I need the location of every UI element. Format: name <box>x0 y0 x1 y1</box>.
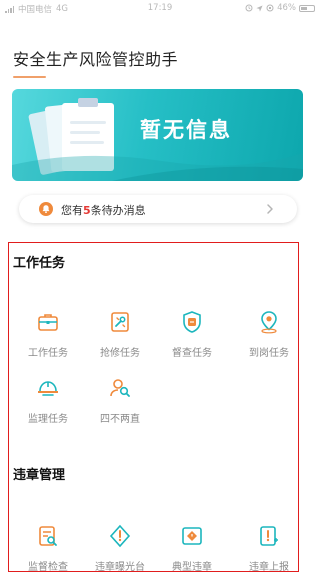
grid-item-supervision-check[interactable]: 监督检查 <box>14 524 82 584</box>
grid-item-violation-exposure[interactable]: 违章曝光台 <box>86 524 154 584</box>
chevron-right-icon <box>267 204 273 214</box>
grid-label: 违章曝光台 <box>95 562 145 573</box>
location-pin-icon <box>261 311 277 334</box>
banner-text: 暂无信息 <box>140 118 232 142</box>
grid-item-four-no-two-direct[interactable]: 四不两直 <box>86 376 154 436</box>
title-underline <box>13 76 46 78</box>
todo-count: 5 <box>83 204 91 217</box>
grid-label: 违章上报 <box>249 562 289 573</box>
status-right: 46% <box>245 3 315 13</box>
battery-icon <box>299 4 315 12</box>
todo-message: 您有5条待办消息 <box>61 202 146 218</box>
grid-item-onsite-task[interactable]: 到岗任务 <box>235 310 303 370</box>
grid-item-supervision-task[interactable]: 监理任务 <box>14 376 82 436</box>
grid-label: 四不两直 <box>100 414 140 425</box>
grid-label: 监督检查 <box>28 562 68 573</box>
todo-notice-bar[interactable]: 您有5条待办消息 <box>19 195 297 223</box>
status-bar: 中国电信 4G 17:19 46% <box>0 0 320 16</box>
orientation-lock-icon <box>266 4 274 12</box>
safety-helmet-icon <box>38 381 58 396</box>
grid-label: 到岗任务 <box>249 348 289 359</box>
page-title: 安全生产风险管控助手 <box>13 50 179 69</box>
grid-item-work-task[interactable]: 工作任务 <box>14 310 82 370</box>
document-search-icon <box>39 526 57 546</box>
inspection-badge-icon <box>183 311 201 333</box>
todo-suffix: 条待办消息 <box>90 204 146 217</box>
warning-shield-icon <box>109 524 131 548</box>
todo-prefix: 您有 <box>61 204 83 217</box>
report-alert-icon <box>260 526 278 546</box>
grid-label: 督查任务 <box>172 348 212 359</box>
location-arrow-icon <box>256 4 263 12</box>
grid-item-typical-violation[interactable]: 典型违章 <box>158 524 226 584</box>
grid-label: 监理任务 <box>28 414 68 425</box>
info-banner[interactable]: 暂无信息 <box>12 89 303 181</box>
alarm-icon <box>245 4 253 12</box>
notification-bell-icon <box>39 202 53 216</box>
grid-item-violation-report[interactable]: 违章上报 <box>235 524 303 584</box>
grid-item-inspection-task[interactable]: 督查任务 <box>158 310 226 370</box>
briefcase-icon <box>38 314 58 331</box>
section-title-work: 工作任务 <box>13 256 66 271</box>
repair-tools-icon <box>111 312 129 332</box>
battery-percent: 46% <box>277 3 296 13</box>
typical-violation-icon <box>182 527 202 545</box>
grid-label: 典型违章 <box>172 562 212 573</box>
grid-item-repair-task[interactable]: 抢修任务 <box>86 310 154 370</box>
grid-label: 抢修任务 <box>100 348 140 359</box>
person-search-icon <box>110 379 130 397</box>
section-title-violation: 违章管理 <box>13 468 66 483</box>
grid-label: 工作任务 <box>28 348 68 359</box>
